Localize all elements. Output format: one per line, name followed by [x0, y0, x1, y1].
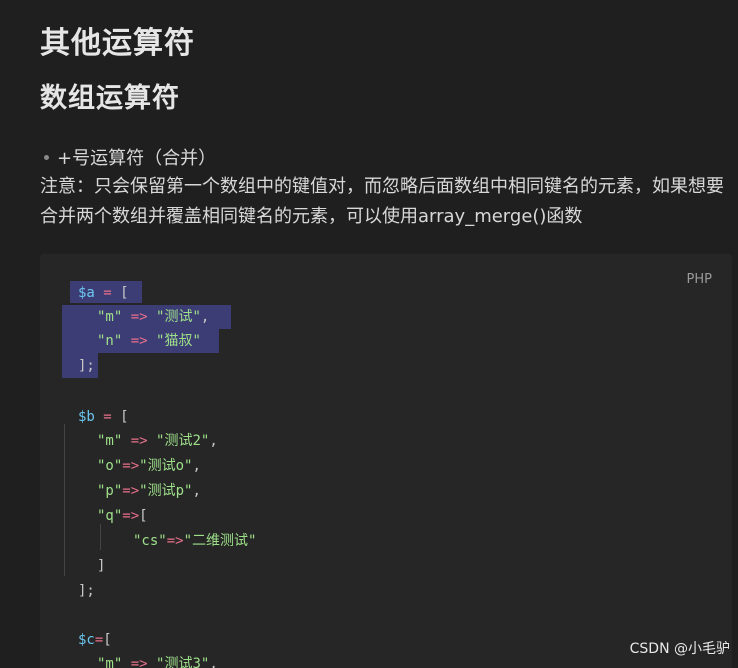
code-token: , — [209, 433, 218, 449]
bullet-text: +号运算符（合并） — [57, 148, 217, 169]
code-line: ]; — [78, 580, 95, 602]
code-line: $a = [ — [78, 282, 129, 304]
code-token: "测试2" — [156, 433, 210, 449]
code-line: ]; — [78, 355, 95, 377]
code-token: , — [192, 483, 201, 499]
code-token: [ — [103, 632, 112, 648]
code-token: "m" — [97, 433, 123, 449]
code-token: = — [103, 409, 112, 425]
code-token: "m" — [97, 656, 123, 668]
code-token: => — [166, 533, 184, 549]
code-token: $a — [78, 285, 95, 301]
code-line: "m" => "测试3", — [97, 653, 218, 668]
code-line: "cs"=>"二维测试" — [133, 530, 256, 552]
code-token: "二维测试" — [183, 533, 257, 549]
code-token: => — [122, 508, 140, 524]
code-token: "猫叔" — [156, 333, 201, 349]
page-title: 其他运算符 — [40, 26, 195, 61]
code-token: , — [192, 458, 201, 474]
code-token: => — [130, 433, 148, 449]
code-line: "q"=>[ — [97, 505, 148, 527]
code-line: "m" => "测试", — [97, 306, 209, 328]
code-token: "q" — [97, 508, 123, 524]
code-token: $b — [78, 409, 95, 425]
code-token: [ — [139, 508, 148, 524]
code-token: => — [130, 309, 148, 325]
code-token: => — [130, 333, 148, 349]
code-line: "m" => "测试2", — [97, 430, 218, 452]
code-token: "cs" — [133, 533, 167, 549]
section-heading: 数组运算符 — [40, 83, 180, 114]
code-line: "n" => "猫叔" — [97, 330, 201, 352]
indent-guide — [64, 424, 65, 576]
code-token: ] — [97, 558, 106, 574]
code-line: "o"=>"测试o", — [97, 455, 201, 477]
code-token: ]; — [78, 358, 95, 374]
code-token: = — [103, 285, 112, 301]
code-token: => — [130, 656, 148, 668]
code-block[interactable]: PHP $a = [ "m" => "测试", "n" => "猫叔" ]; $… — [40, 254, 732, 668]
watermark: CSDN @小毛驴 — [629, 641, 730, 657]
code-token: "测试p" — [139, 483, 193, 499]
code-token: , — [209, 656, 218, 668]
bullet-dot-icon — [44, 154, 49, 160]
code-token: [ — [111, 409, 129, 425]
bullet-item: +号运算符（合并） — [44, 144, 216, 170]
code-token: => — [122, 483, 140, 499]
code-token: "n" — [97, 333, 123, 349]
code-token: "测试" — [156, 309, 201, 325]
code-token: "o" — [97, 458, 123, 474]
code-line: $c=[ — [78, 629, 112, 651]
code-language-label: PHP — [686, 272, 712, 287]
note-paragraph: 注意：只会保留第一个数组中的键值对，而忽略后面数组中相同键名的元素，如果想要合并… — [40, 176, 724, 227]
code-token: ]; — [78, 583, 95, 599]
indent-guide — [100, 524, 101, 550]
code-token: "测试o" — [139, 458, 193, 474]
code-token: , — [200, 309, 210, 325]
code-token: "p" — [97, 483, 123, 499]
code-token: => — [122, 458, 140, 474]
code-token: [ — [111, 285, 129, 301]
code-token: $c — [78, 632, 95, 648]
code-token: "测试3" — [156, 656, 210, 668]
code-line: ] — [97, 555, 105, 577]
code-token: "m" — [97, 309, 123, 325]
code-line: "p"=>"测试p", — [97, 480, 201, 502]
code-line: $b = [ — [78, 406, 129, 428]
